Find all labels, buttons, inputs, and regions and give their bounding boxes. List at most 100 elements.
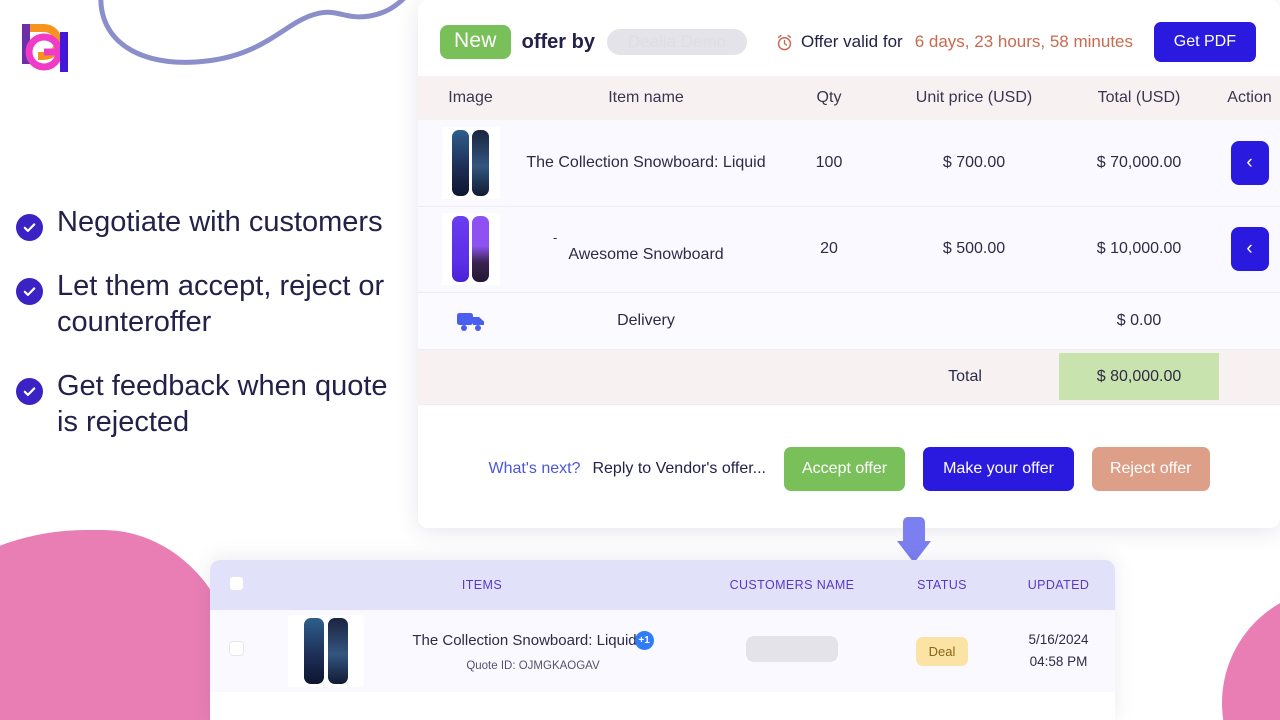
whats-next-text: Reply to Vendor's offer... bbox=[592, 459, 766, 477]
item-thumbnail-cell bbox=[418, 120, 523, 207]
customer-name-cell bbox=[702, 610, 882, 692]
column-header-customers: CUSTOMERS NAME bbox=[702, 560, 882, 610]
chevron-left-icon[interactable]: ‹ bbox=[1230, 140, 1269, 185]
quotes-list-card: ITEMS CUSTOMERS NAME STATUS UPDATED The … bbox=[210, 560, 1115, 720]
offer-items-table: Image Item name Qty Unit price (USD) Tot… bbox=[418, 76, 1280, 405]
delivery-truck-icon bbox=[456, 312, 484, 331]
chevron-left-icon[interactable]: ‹ bbox=[1230, 227, 1269, 271]
awesome-snowboard-thumbnail bbox=[441, 213, 500, 285]
row-select-cell bbox=[210, 610, 262, 692]
item-unit-price: $ 500.00 bbox=[889, 206, 1059, 293]
column-header-unit-price: Unit price (USD) bbox=[889, 76, 1059, 120]
items-table-header-row: Image Item name Qty Unit price (USD) Tot… bbox=[418, 76, 1280, 120]
whats-next-question[interactable]: What's next? bbox=[488, 460, 580, 478]
column-header-total: Total (USD) bbox=[1059, 76, 1219, 120]
reject-offer-button[interactable]: Reject offer bbox=[1091, 446, 1210, 491]
item-action-cell: ‹ bbox=[1219, 206, 1280, 293]
delivery-unit-empty bbox=[889, 292, 1059, 350]
table-row: The Collection Snowboard: Liquid +1 Quot… bbox=[210, 610, 1115, 692]
decorative-pink-blob-right bbox=[1222, 588, 1280, 720]
delivery-amount: $ 0.00 bbox=[1059, 292, 1219, 350]
total-spacer-3 bbox=[769, 349, 889, 405]
delivery-icon-cell bbox=[418, 292, 523, 350]
total-row: Total $ 80,000.00 bbox=[418, 349, 1280, 405]
item-name-prefix: - bbox=[553, 230, 558, 246]
quote-items-cell: The Collection Snowboard: Liquid +1 Quot… bbox=[262, 610, 702, 692]
feature-item: Let them accept, reject or counteroffer bbox=[16, 269, 416, 341]
feature-text: Negotiate with customers bbox=[57, 206, 383, 238]
column-header-qty: Qty bbox=[769, 76, 889, 120]
column-header-action: Action bbox=[1219, 76, 1280, 120]
column-header-status: STATUS bbox=[882, 560, 1002, 610]
feature-text: Get feedback when quote is rejected bbox=[57, 369, 388, 438]
check-circle-icon bbox=[16, 278, 43, 305]
status-badge: Deal bbox=[915, 636, 969, 666]
item-name: Awesome Snowboard bbox=[568, 246, 724, 264]
item-total: $ 10,000.00 bbox=[1059, 206, 1219, 293]
table-row: The Collection Snowboard: Liquid 100 $ 7… bbox=[418, 120, 1280, 207]
item-action-cell: ‹ bbox=[1219, 120, 1280, 207]
offer-by-label: offer by bbox=[521, 30, 595, 53]
column-header-image: Image bbox=[418, 76, 523, 120]
make-offer-button[interactable]: Make your offer bbox=[923, 446, 1074, 491]
quote-item-title-wrap: The Collection Snowboard: Liquid +1 bbox=[412, 630, 654, 650]
item-name-cell: - Awesome Snowboard bbox=[523, 206, 769, 293]
validity-value: 6 days, 23 hours, 58 minutes bbox=[914, 32, 1133, 51]
delivery-qty-empty bbox=[769, 292, 889, 350]
item-thumbnail-cell bbox=[418, 206, 523, 293]
delivery-row: Delivery $ 0.00 bbox=[418, 292, 1280, 350]
offer-card: New offer by Dealia Demo Offer valid for… bbox=[418, 0, 1280, 528]
feature-list: Negotiate with customers Let them accept… bbox=[16, 205, 416, 469]
vendor-name-redacted: Dealia Demo bbox=[606, 29, 747, 55]
down-arrow-icon bbox=[897, 517, 931, 563]
get-pdf-button[interactable]: Get PDF bbox=[1153, 22, 1256, 62]
total-label: Total bbox=[889, 349, 1059, 405]
dealia-logo bbox=[22, 24, 68, 72]
total-spacer-2 bbox=[523, 349, 769, 405]
column-header-item-name: Item name bbox=[523, 76, 769, 120]
delivery-label: Delivery bbox=[523, 292, 769, 350]
column-header-items: ITEMS bbox=[262, 560, 702, 610]
whats-next-bar: What's next? Reply to Vendor's offer... … bbox=[418, 446, 1280, 491]
validity-label: Offer valid for bbox=[800, 32, 903, 51]
select-all-checkbox[interactable] bbox=[228, 576, 244, 591]
quotes-table: ITEMS CUSTOMERS NAME STATUS UPDATED The … bbox=[210, 560, 1115, 692]
accept-offer-button[interactable]: Accept offer bbox=[784, 446, 906, 491]
table-row: - Awesome Snowboard 20 $ 500.00 $ 10,000… bbox=[418, 206, 1280, 293]
item-qty: 20 bbox=[769, 206, 889, 293]
page-root: Negotiate with customers Let them accept… bbox=[0, 0, 1280, 720]
updated-time: 04:58 PM bbox=[1029, 654, 1088, 669]
total-spacer-1 bbox=[418, 349, 523, 405]
total-spacer-4 bbox=[1219, 349, 1280, 405]
status-cell: Deal bbox=[882, 610, 1002, 692]
alarm-clock-icon bbox=[777, 34, 792, 50]
total-amount-cell: $ 80,000.00 bbox=[1059, 349, 1219, 405]
snowboard-liquid-thumbnail bbox=[288, 615, 364, 687]
select-all-cell bbox=[210, 560, 262, 610]
snowboard-liquid-thumbnail bbox=[441, 126, 500, 199]
updated-cell: 5/16/2024 04:58 PM bbox=[1002, 610, 1115, 692]
customer-name-redacted bbox=[746, 635, 838, 662]
offer-validity: Offer valid for 6 days, 23 hours, 58 min… bbox=[775, 32, 1133, 52]
feature-item: Negotiate with customers bbox=[16, 205, 416, 241]
quote-item-title: The Collection Snowboard: Liquid bbox=[412, 631, 637, 649]
quote-id: Quote ID: OJMGKAOGAV bbox=[466, 659, 600, 672]
extra-items-badge: +1 bbox=[634, 630, 654, 650]
item-name-cell: The Collection Snowboard: Liquid bbox=[523, 120, 769, 207]
item-name: The Collection Snowboard: Liquid bbox=[526, 153, 766, 171]
check-circle-icon bbox=[16, 214, 43, 241]
delivery-action-empty bbox=[1219, 292, 1280, 350]
quotes-header-row: ITEMS CUSTOMERS NAME STATUS UPDATED bbox=[210, 560, 1115, 610]
updated-date: 5/16/2024 bbox=[1028, 632, 1089, 648]
row-checkbox[interactable] bbox=[228, 641, 244, 656]
feature-item: Get feedback when quote is rejected bbox=[16, 369, 416, 441]
column-header-updated: UPDATED bbox=[1002, 560, 1115, 610]
decorative-squiggle-line bbox=[98, 0, 406, 65]
decorative-pink-blob-left bbox=[0, 530, 240, 720]
new-badge: New bbox=[440, 25, 511, 59]
item-unit-price: $ 700.00 bbox=[889, 120, 1059, 207]
check-circle-icon bbox=[16, 377, 43, 405]
feature-text: Let them accept, reject or counteroffer bbox=[57, 270, 385, 338]
item-qty: 100 bbox=[769, 120, 889, 207]
total-amount: $ 80,000.00 bbox=[1059, 353, 1219, 400]
